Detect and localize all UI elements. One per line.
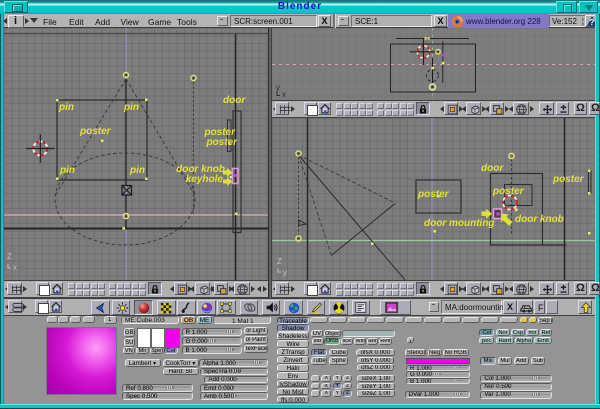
svg-text:y: y (283, 268, 287, 277)
svg-text:x: x (282, 90, 286, 99)
svg-text:Z: Z (7, 252, 12, 261)
svg-text:y: y (276, 83, 280, 92)
svg-text:Z: Z (277, 257, 282, 266)
svg-text:x: x (13, 263, 17, 272)
